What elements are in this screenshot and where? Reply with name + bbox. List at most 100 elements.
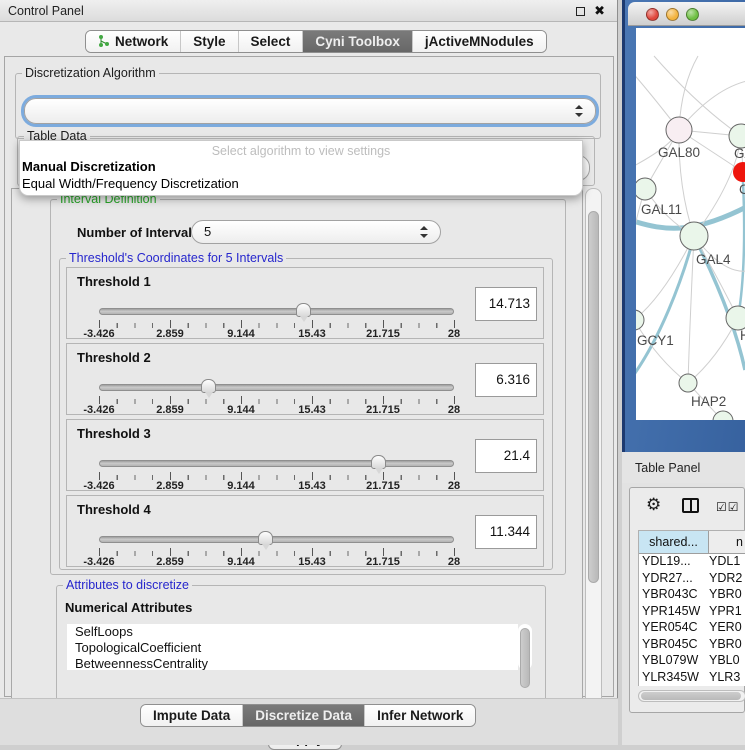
attributes-scrollbar[interactable] <box>518 624 532 670</box>
threshold-4-slider[interactable] <box>99 536 454 543</box>
slider-major-ticks <box>99 320 455 328</box>
table-cell[interactable]: YER0 <box>709 620 745 637</box>
discretization-algorithm-group: Discretization Algorithm <box>15 73 601 139</box>
algorithm-option-manual[interactable]: Manual Discretization <box>20 158 582 175</box>
settings-gear-icon[interactable]: ⚙ <box>646 495 661 515</box>
tick-label: 9.144 <box>227 404 255 416</box>
tab-jactivemnodules[interactable]: jActiveMNodules <box>413 31 546 52</box>
table-row[interactable]: YPR145WYPR1 <box>639 604 745 621</box>
network-canvas[interactable]: GAL80GACGAL11GAL4HGCY1HAP2 <box>636 28 745 420</box>
slider-thumb[interactable] <box>201 379 216 393</box>
threshold-1-slider[interactable] <box>99 308 454 315</box>
tab-network[interactable]: Network <box>86 31 181 52</box>
network-node[interactable] <box>713 411 733 420</box>
minimize-traffic-light[interactable] <box>666 8 679 21</box>
table-cell[interactable]: YBR0 <box>709 637 745 654</box>
table-cell[interactable]: YER054C <box>639 620 709 637</box>
table-cell[interactable]: YDL1 <box>709 554 745 571</box>
network-edge[interactable] <box>636 236 694 320</box>
numerical-attributes-list[interactable]: SelfLoopsTopologicalCoefficientBetweenne… <box>67 624 518 670</box>
split-columns-icon[interactable] <box>682 498 699 513</box>
table-row[interactable]: YLR345WYLR3 <box>639 670 745 687</box>
network-edge-thick[interactable] <box>738 182 744 318</box>
threshold-2-value[interactable]: 6.316 <box>475 363 537 397</box>
table-cell[interactable]: YLR345W <box>639 670 709 687</box>
slider-major-ticks <box>99 548 455 556</box>
table-row[interactable]: YBL079WYBL0 <box>639 653 745 670</box>
close-icon[interactable]: ✖ <box>594 3 605 19</box>
table-row[interactable]: YBR045CYBR0 <box>639 637 745 654</box>
tab-select[interactable]: Select <box>239 31 304 52</box>
tab-style[interactable]: Style <box>181 31 238 52</box>
table-cell[interactable]: YPR1 <box>709 604 745 621</box>
attribute-item[interactable]: TopologicalCoefficient <box>67 640 518 656</box>
network-node-gal4[interactable] <box>680 222 708 250</box>
table-cell[interactable]: YBR0 <box>709 587 745 604</box>
network-node-h[interactable] <box>726 306 745 330</box>
network-edge[interactable] <box>636 320 688 383</box>
slider-thumb[interactable] <box>371 455 386 469</box>
network-node-ga[interactable] <box>729 124 745 148</box>
zoom-traffic-light[interactable] <box>686 8 699 21</box>
table-cell[interactable]: YBL0 <box>709 653 745 670</box>
table-cell[interactable]: YBR043C <box>639 587 709 604</box>
select-columns-icon[interactable]: ☑☑ <box>716 500 740 514</box>
tick-label: 2.859 <box>156 480 184 492</box>
table-horizontal-scrollbar[interactable] <box>638 690 745 702</box>
number-of-intervals-combo[interactable]: 5 <box>191 220 441 244</box>
network-node-gal11[interactable] <box>636 178 656 200</box>
table-cell[interactable]: YDR27... <box>639 571 709 588</box>
network-node-gcy1[interactable] <box>636 310 644 330</box>
network-node-label: GAL4 <box>696 252 731 267</box>
column-header-shared-name[interactable]: shared... <box>639 531 709 553</box>
threshold-4-value[interactable]: 11.344 <box>475 515 537 549</box>
threshold-1-row: Threshold 1 -3.4262.8599.14415.4321.7152… <box>66 267 544 339</box>
node-table[interactable]: shared... n YDL19...YDL1YDR27...YDR2YBR0… <box>638 530 745 686</box>
network-node-gal80[interactable] <box>666 117 692 143</box>
table-row[interactable]: YER054CYER0 <box>639 620 745 637</box>
cyni-toolbox-panel: Discretization Algorithm Select algorith… <box>4 56 614 697</box>
slider-tick-labels: -3.4262.8599.14415.4321.71528 <box>99 556 454 568</box>
settings-scrollbar[interactable] <box>585 188 602 721</box>
slider-major-ticks <box>99 396 455 404</box>
table-cell[interactable]: YDL19... <box>639 554 709 571</box>
close-traffic-light[interactable] <box>646 8 659 21</box>
table-cell[interactable]: YDR2 <box>709 571 745 588</box>
table-row[interactable]: YBR043CYBR0 <box>639 587 745 604</box>
algorithm-combo[interactable] <box>24 98 596 124</box>
attribute-item[interactable]: SelfLoops <box>67 624 518 640</box>
network-view-window: GAL80GACGAL11GAL4HGCY1HAP2 <box>622 0 745 452</box>
table-row[interactable]: YDL19...YDL1 <box>639 554 745 571</box>
threshold-3-slider[interactable] <box>99 460 454 467</box>
slider-thumb[interactable] <box>296 303 311 317</box>
tab-cyni-toolbox[interactable]: Cyni Toolbox <box>303 31 413 52</box>
threshold-1-value[interactable]: 14.713 <box>475 287 537 321</box>
thresholds-group: Threshold's Coordinates for 5 Intervals … <box>59 258 553 570</box>
tab-discretize-data[interactable]: Discretize Data <box>243 705 365 726</box>
network-node-label: GAL11 <box>641 202 682 217</box>
tick-label: 9.144 <box>227 556 255 568</box>
threshold-3-value[interactable]: 21.4 <box>475 439 537 473</box>
table-row[interactable]: YDR27...YDR2 <box>639 571 745 588</box>
tick-label: -3.426 <box>83 556 114 568</box>
attribute-item[interactable]: BetweennessCentrality <box>67 656 518 670</box>
table-horizontal-scrollbar-thumb[interactable] <box>641 692 741 700</box>
window-title: Control Panel <box>8 4 84 18</box>
table-cell[interactable]: YLR3 <box>709 670 745 687</box>
top-tab-bar: Network Style Select Cyni Toolbox jActiv… <box>85 30 547 53</box>
table-cell[interactable]: YPR145W <box>639 604 709 621</box>
attributes-scrollbar-thumb[interactable] <box>520 628 530 688</box>
tab-impute-data[interactable]: Impute Data <box>141 705 243 726</box>
settings-scrollbar-thumb[interactable] <box>588 211 599 583</box>
network-node-hap2[interactable] <box>679 374 697 392</box>
tick-label: 2.859 <box>156 328 184 340</box>
tab-infer-network[interactable]: Infer Network <box>365 705 475 726</box>
table-cell[interactable]: YBR045C <box>639 637 709 654</box>
threshold-2-slider[interactable] <box>99 384 454 391</box>
slider-thumb[interactable] <box>258 531 273 545</box>
table-cell[interactable]: YBL079W <box>639 653 709 670</box>
column-header-name[interactable]: n <box>709 531 745 553</box>
float-window-icon[interactable] <box>576 7 585 16</box>
network-node-c[interactable] <box>733 162 745 182</box>
algorithm-option-equal-width[interactable]: Equal Width/Frequency Discretization <box>20 175 582 192</box>
